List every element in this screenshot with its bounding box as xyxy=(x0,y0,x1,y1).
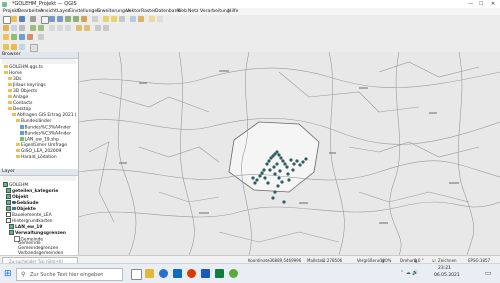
menu-verarbeitung[interactable]: Verarbeitung xyxy=(200,9,230,14)
deselect-icon[interactable] xyxy=(119,16,125,22)
chrome-icon[interactable] xyxy=(187,269,196,278)
toolbar-row-4 xyxy=(0,42,500,52)
outlook-icon[interactable] xyxy=(173,269,182,278)
zoom-in-icon[interactable] xyxy=(49,16,55,22)
menu-raster[interactable]: Raster xyxy=(141,9,156,14)
toolbar-row-1 xyxy=(0,15,500,24)
zoom-out-icon[interactable] xyxy=(57,16,63,22)
zoom-layer-icon[interactable] xyxy=(73,16,79,22)
window-title: *GOLEHM_Projekt — QGIS xyxy=(12,1,77,7)
python-console-icon[interactable] xyxy=(11,44,17,50)
paste-icon[interactable] xyxy=(65,25,71,31)
pan-icon[interactable] xyxy=(41,16,49,24)
menu-bar: Projekt Bearbeiten Ansicht Layer Einstel… xyxy=(0,8,500,15)
add-wms-icon[interactable] xyxy=(19,34,25,40)
maximize-icon[interactable]: ☐ xyxy=(479,1,483,7)
notification-icon[interactable]: ▭ xyxy=(485,269,492,277)
menu-layer[interactable]: Layer xyxy=(57,9,70,14)
field-calculator-icon[interactable] xyxy=(138,16,144,22)
layers-panel-title: Layer xyxy=(2,169,15,174)
windows-start-icon[interactable]: ⊞ xyxy=(4,269,12,279)
coordinate-value[interactable]: -36889,5469996 xyxy=(268,258,301,263)
annotation-icon[interactable] xyxy=(157,16,163,22)
identify-icon[interactable] xyxy=(103,16,109,22)
locator-icon[interactable] xyxy=(30,44,38,52)
measure-icon[interactable] xyxy=(149,16,155,22)
copy-icon[interactable] xyxy=(57,25,63,31)
browser-app-icon[interactable] xyxy=(159,269,168,278)
add-vector-icon[interactable] xyxy=(3,34,9,40)
close-icon[interactable]: ✕ xyxy=(491,1,495,7)
new-project-icon[interactable] xyxy=(3,16,11,24)
menu-hilfe[interactable]: Hilfe xyxy=(228,9,238,14)
new-layer-icon[interactable] xyxy=(38,34,44,40)
browser-panel: Browser GOLEHM.qgs.ts Home 3Ds Jillaus k… xyxy=(0,52,79,169)
search-icon: ⚲ xyxy=(21,271,26,278)
browser-panel-header: Browser xyxy=(0,52,78,59)
browser-toolbar xyxy=(2,59,76,64)
layers-panel: Layer GOLEHM geteilen_kategorie Objekt G… xyxy=(0,169,79,256)
layers-panel-header: Layer xyxy=(0,169,78,176)
menu-netz[interactable]: Netz xyxy=(188,9,198,14)
open-project-icon[interactable] xyxy=(11,16,17,22)
render-checkbox[interactable]: ☑ xyxy=(432,258,436,263)
render-label: Zeichnen xyxy=(438,257,457,263)
scale-value[interactable]: 1:278506 xyxy=(323,258,342,263)
minimize-icon[interactable]: — xyxy=(468,1,473,7)
edit-toggle-icon[interactable] xyxy=(11,25,17,31)
plugin-icon[interactable] xyxy=(3,44,9,50)
word-icon[interactable] xyxy=(201,269,210,278)
scale-label: Maßstab xyxy=(307,257,325,263)
taskbar-search-input[interactable]: ⚲ Zur Suche Text hier eingeben xyxy=(16,268,123,281)
menu-ansicht[interactable]: Ansicht xyxy=(40,9,57,14)
toolbar-row-3 xyxy=(0,33,500,42)
select-icon[interactable] xyxy=(111,16,117,22)
qgis-logo-icon xyxy=(2,1,7,7)
map-svg xyxy=(79,52,500,255)
clock-time[interactable]: 23:21 xyxy=(438,266,451,271)
menu-web[interactable]: Web xyxy=(177,9,187,14)
system-tray-icons[interactable]: ⌃ ☁ 🔊 xyxy=(400,270,419,276)
toolbar-row-2 xyxy=(0,24,500,33)
taskbar: ⊞ ⚲ Zur Suche Text hier eingeben ⌃ ☁ 🔊 2… xyxy=(0,263,500,283)
label-pin-icon[interactable] xyxy=(84,25,90,31)
rotation-value[interactable]: 0,0 ° xyxy=(414,258,424,263)
vertex-tool-icon[interactable] xyxy=(38,25,44,31)
browser-item[interactable]: Harald_Lödation xyxy=(16,155,57,161)
menu-vektor[interactable]: Vektor xyxy=(126,9,141,14)
undo-icon[interactable] xyxy=(95,25,101,31)
save-edits-icon[interactable] xyxy=(19,25,25,31)
add-csv-icon[interactable] xyxy=(27,34,33,40)
menu-projekt[interactable]: Projekt xyxy=(3,9,19,14)
add-feature-icon[interactable] xyxy=(30,25,36,31)
menu-einstellungen[interactable]: Einstellungen xyxy=(69,9,100,14)
save-project-icon[interactable] xyxy=(19,16,25,22)
qgis-taskbar-icon[interactable] xyxy=(229,269,238,278)
zoom-full-icon[interactable] xyxy=(65,16,71,22)
zoom-selection-icon[interactable] xyxy=(81,16,87,22)
cut-icon[interactable] xyxy=(49,25,55,31)
refresh-icon[interactable] xyxy=(92,16,98,22)
file-explorer-icon[interactable] xyxy=(145,269,154,278)
add-raster-icon[interactable] xyxy=(11,34,17,40)
label-icon[interactable] xyxy=(76,25,82,31)
redo-icon[interactable] xyxy=(103,25,109,31)
processing-toolbox-icon[interactable] xyxy=(19,44,25,50)
magnifier-value[interactable]: 100% xyxy=(380,258,391,263)
attribute-table-icon[interactable] xyxy=(130,16,136,22)
excel-icon[interactable] xyxy=(215,269,224,278)
task-view-icon[interactable] xyxy=(131,269,142,280)
coordinate-label: Koordinate xyxy=(248,257,270,263)
digitize-icon[interactable] xyxy=(3,25,9,31)
epsg-label[interactable]: EPSG:3857 xyxy=(468,258,490,263)
print-layout-icon[interactable] xyxy=(30,16,36,22)
layers-toolbar xyxy=(2,176,76,181)
clock-date[interactable]: 06.05.2021 xyxy=(434,273,460,278)
map-canvas[interactable] xyxy=(79,52,500,255)
browser-panel-title: Browser xyxy=(2,52,21,57)
